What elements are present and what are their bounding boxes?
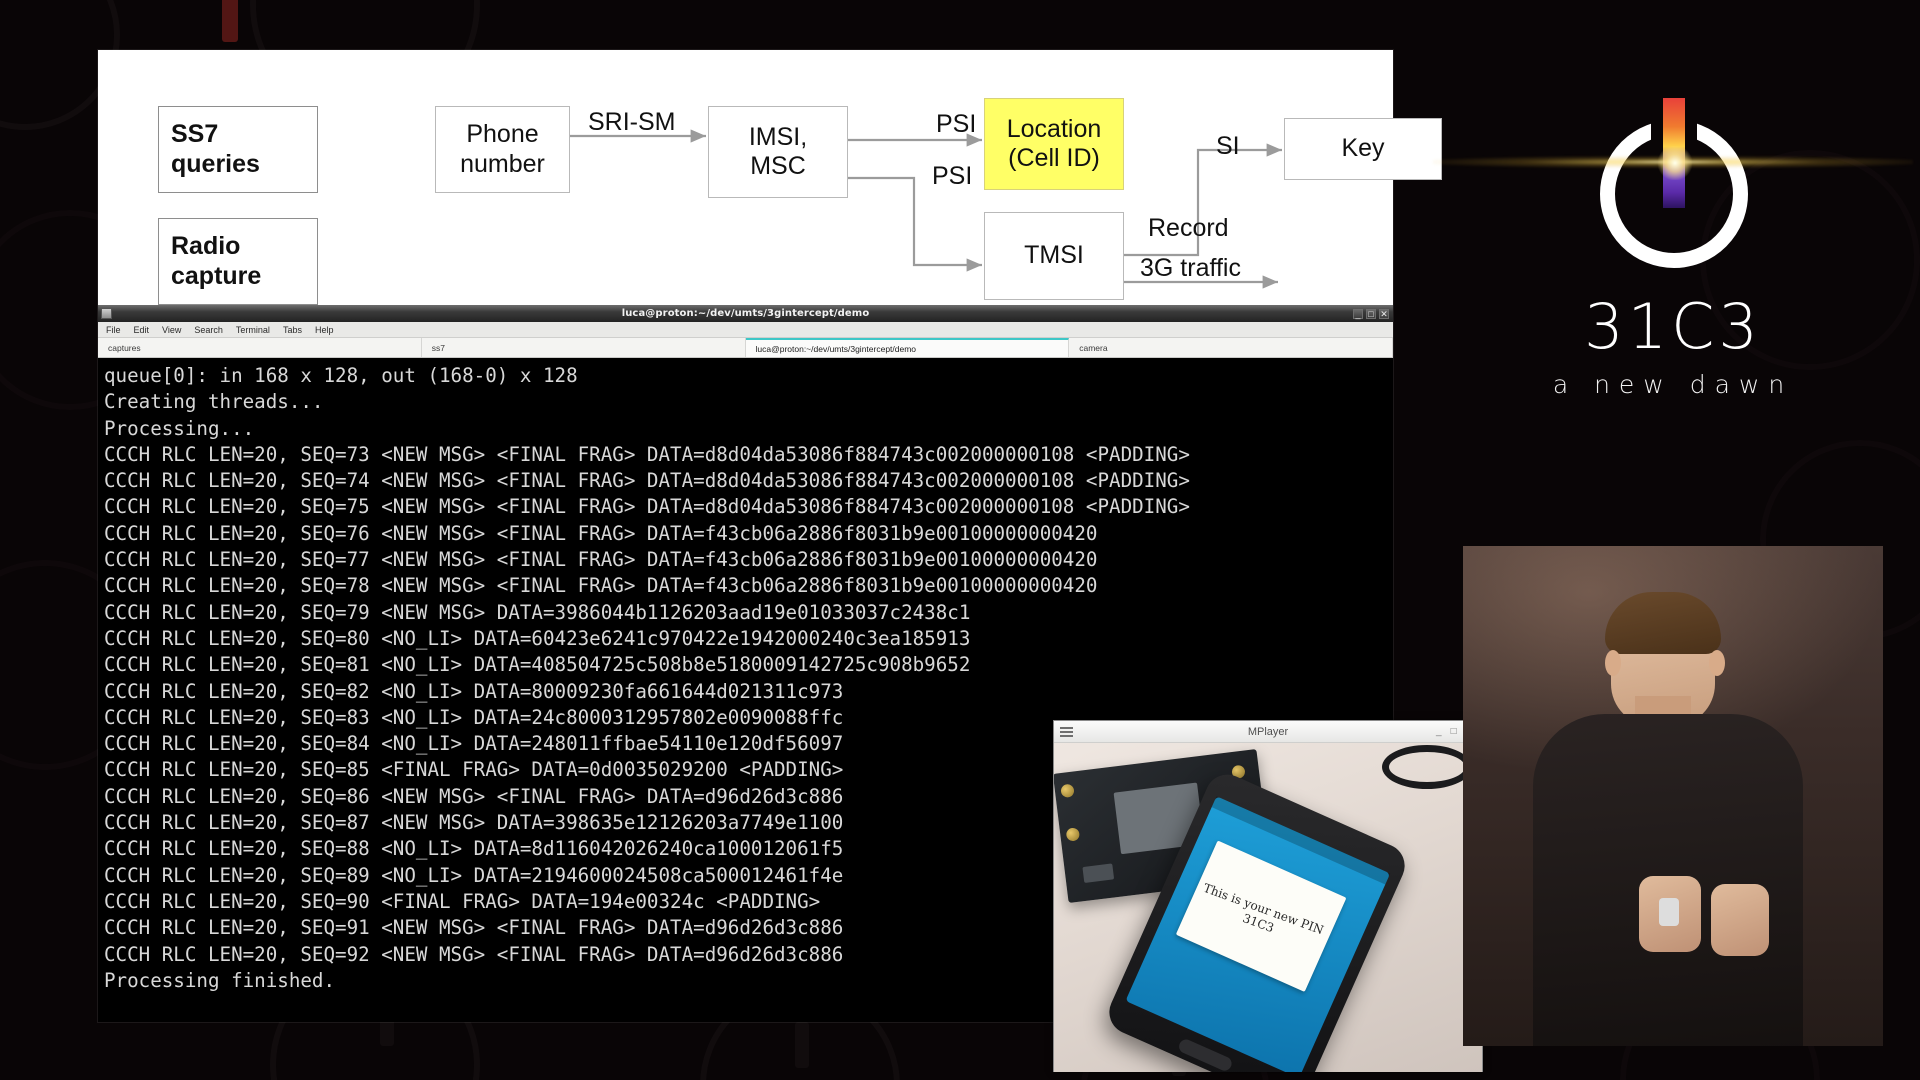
video-sma-connector	[1065, 827, 1081, 842]
diagram-box-label: Key	[1341, 134, 1385, 163]
diagram-edge-label-psi-top: PSI	[936, 110, 977, 138]
diagram-box-tmsi: TMSI	[984, 212, 1124, 300]
mplayer-window-title: MPlayer	[1247, 725, 1289, 738]
terminal-tabbar[interactable]: captures ss7 luca@proton:~/dev/umts/3gin…	[98, 338, 1393, 358]
diagram-box-label: Radio capture	[171, 232, 262, 290]
diagram-box-radio-capture: Radio capture	[158, 218, 318, 305]
event-tagline: a new dawn	[1552, 370, 1794, 399]
speaker-presenter-clicker	[1659, 898, 1679, 926]
presentation-screen: SS7 queries Radio capture Phone number IMSI…	[0, 0, 1920, 1080]
terminal-tab-captures[interactable]: captures	[98, 338, 422, 357]
video-coax-cable	[1382, 745, 1472, 789]
mplayer-titlebar[interactable]: MPlayer _ □ ✕	[1054, 721, 1482, 743]
event-name: 31C3	[1584, 290, 1762, 363]
diagram-edge-label-psi-bottom: PSI	[932, 162, 973, 190]
power-symbol	[1433, 90, 1913, 290]
video-sms-note-text: This is your new PIN 31C3	[1201, 880, 1326, 938]
terminal-tab-demo[interactable]: luca@proton:~/dev/umts/3gintercept/demo	[745, 338, 1070, 357]
mplayer-video-surface[interactable]: This is your new PIN 31C3	[1054, 743, 1482, 1072]
speaker-camera-feed	[1463, 546, 1883, 1046]
diagram-edge-label-3g-traffic: 3G traffic	[1140, 254, 1241, 282]
terminal-window-title: luca@proton:~/dev/umts/3gintercept/demo	[621, 308, 870, 319]
terminal-tab-camera[interactable]: camera	[1069, 338, 1393, 357]
menu-item-tabs[interactable]: Tabs	[283, 325, 302, 335]
menu-item-edit[interactable]: Edit	[134, 325, 150, 335]
diagram-box-ss7-queries: SS7 queries	[158, 106, 318, 193]
terminal-titlebar[interactable]: luca@proton:~/dev/umts/3gintercept/demo …	[98, 305, 1393, 322]
menu-item-file[interactable]: File	[106, 325, 121, 335]
speaker-hand-right	[1711, 884, 1769, 956]
diagram-box-label: IMSI, MSC	[748, 122, 808, 181]
bg-accent-bar	[222, 0, 238, 42]
slide-surface: SS7 queries Radio capture Phone number IMSI…	[98, 50, 1483, 1072]
diagram-edge-label-si: SI	[1216, 132, 1240, 160]
diagram-box-label: SS7 queries	[171, 120, 260, 178]
menu-item-search[interactable]: Search	[194, 325, 223, 335]
menu-item-terminal[interactable]: Terminal	[236, 325, 270, 335]
video-sms-note: This is your new PIN 31C3	[1175, 840, 1346, 993]
diagram-box-label: TMSI	[1024, 241, 1084, 270]
diagram-box-phone-number: Phone number	[435, 106, 570, 193]
diagram-edge-label-sri-sm: SRI-SM	[588, 108, 676, 136]
menu-item-view[interactable]: View	[162, 325, 181, 335]
menu-item-help[interactable]: Help	[315, 325, 334, 335]
architecture-diagram: SS7 queries Radio capture Phone number IMSI…	[98, 50, 1442, 305]
diagram-box-key: Key	[1284, 118, 1442, 180]
speaker-ear	[1605, 650, 1621, 676]
video-sma-connector	[1060, 783, 1075, 799]
diagram-box-label: Phone number	[460, 120, 545, 178]
video-board-chip	[1082, 863, 1115, 883]
bg-accent-bar	[795, 1022, 809, 1068]
lens-flare-core	[1657, 146, 1693, 180]
diagram-box-label: Location (Cell ID)	[1006, 114, 1102, 173]
terminal-tab-ss7[interactable]: ss7	[421, 338, 746, 357]
diagram-edge-label-record: Record	[1148, 214, 1229, 242]
mplayer-window[interactable]: MPlayer _ □ ✕	[1053, 720, 1483, 1072]
event-logo: 31C3 a new dawn	[1433, 90, 1913, 420]
speaker-ear	[1709, 650, 1725, 676]
terminal-menubar[interactable]: File Edit View Search Terminal Tabs Help	[98, 322, 1393, 338]
diagram-box-location-cell-id: Location (Cell ID)	[984, 98, 1124, 190]
diagram-box-imsi-msc: IMSI, MSC	[708, 106, 848, 198]
